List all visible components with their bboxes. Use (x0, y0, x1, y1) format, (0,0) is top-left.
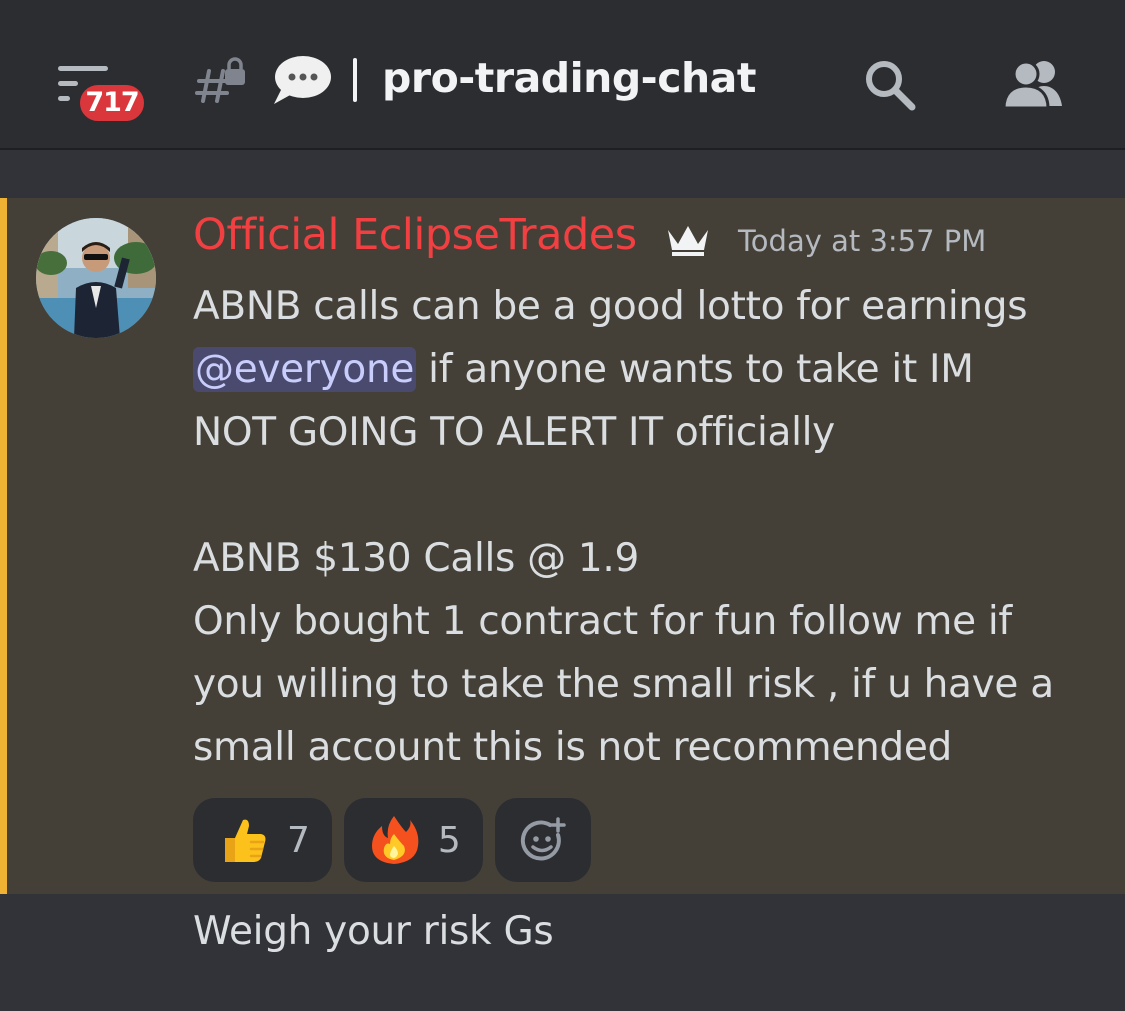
channel-name: pro-trading-chat (382, 54, 756, 102)
message-content: ABNB calls can be a good lotto for earni… (193, 275, 1103, 779)
message-timestamp: Today at 3:57 PM (738, 224, 987, 258)
channel-header: 717 pro-trading-chat (0, 0, 1125, 150)
message-line: ABNB calls can be a good lotto for earni… (193, 284, 1028, 329)
reaction-count: 5 (437, 819, 461, 861)
message-line: @everyone if anyone wants to take it IM (193, 338, 1103, 401)
title-separator (353, 58, 357, 102)
message-line: you willing to take the small risk , if … (193, 662, 1054, 707)
unread-badge: 717 (77, 82, 147, 124)
message-line: ABNB $130 Calls @ 1.9 (193, 536, 640, 581)
reactions-bar: 7 5 (193, 798, 591, 882)
members-icon[interactable] (1000, 58, 1068, 110)
next-message-text: Weigh your risk Gs (193, 909, 554, 954)
message-line: small account this is not recommended (193, 725, 952, 770)
message-list-top (0, 150, 1125, 198)
search-icon[interactable] (862, 57, 918, 113)
reaction-count: 7 (287, 819, 310, 861)
fire-icon (371, 816, 419, 864)
reaction-thumbs-up[interactable]: 7 (193, 798, 332, 882)
message-line: Only bought 1 contract for fun follow me… (193, 599, 1012, 644)
message-line: NOT GOING TO ALERT IT officially (193, 410, 835, 455)
avatar-photo (36, 218, 156, 338)
locked-hashtag-icon (195, 57, 245, 103)
add-reaction-button[interactable] (494, 798, 591, 882)
reaction-fire[interactable]: 5 (343, 798, 483, 882)
thumbs-up-icon (225, 819, 266, 862)
message-line-text: if anyone wants to take it IM (416, 347, 974, 392)
add-reaction-icon (520, 817, 566, 861)
author-name[interactable]: Official EclipseTrades (193, 210, 637, 260)
avatar[interactable] (36, 218, 156, 338)
speech-bubble-icon (274, 56, 331, 104)
crown-icon (668, 226, 708, 256)
everyone-mention[interactable]: @everyone (193, 347, 417, 392)
